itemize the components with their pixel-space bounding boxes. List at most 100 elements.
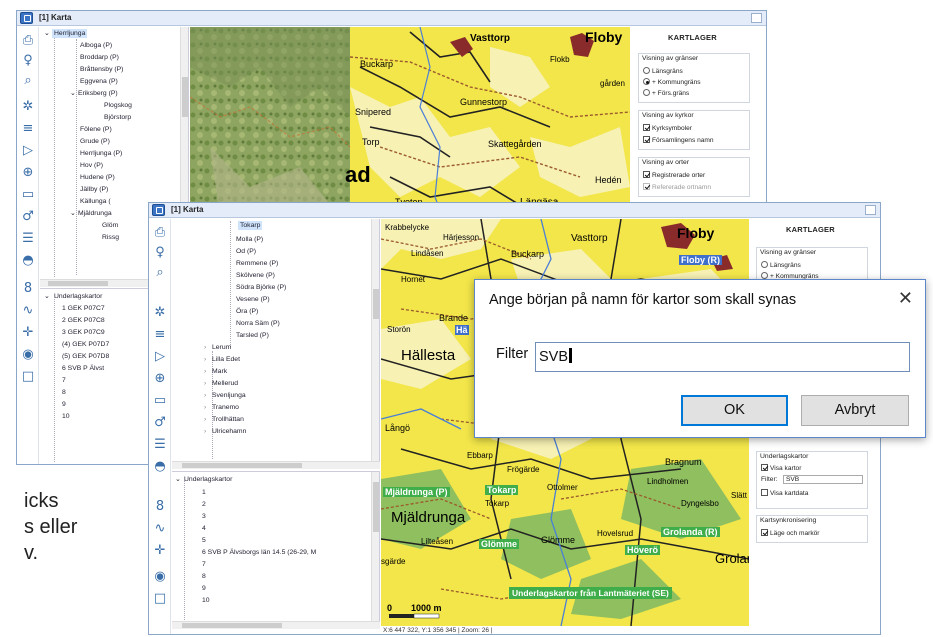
tree-item[interactable]: Mark <box>212 367 227 376</box>
underlag-item[interactable]: 4 <box>202 524 206 533</box>
tree-item[interactable]: Vesene (P) <box>236 295 270 304</box>
zoom-icon[interactable]: ⊕ <box>20 165 36 181</box>
tree-expander-icon[interactable]: › <box>204 427 206 436</box>
tree-expander-icon[interactable]: ⌄ <box>70 209 76 218</box>
tree-expander-icon[interactable]: ⌄ <box>70 89 76 98</box>
tree-item[interactable]: Tarsled (P) <box>236 331 269 340</box>
list-hscrollbar[interactable] <box>172 621 380 629</box>
tree-item[interactable]: Herrljunga (P) <box>80 149 122 158</box>
stack-icon[interactable]: ◓ <box>152 459 168 475</box>
check-refererade[interactable]: Refererade ortnamn <box>643 183 711 191</box>
tree-item[interactable]: Alboga (P) <box>80 41 112 50</box>
list-scrollbar[interactable] <box>371 472 379 621</box>
tree-item[interactable]: Bråttensby (P) <box>80 65 123 74</box>
check-visa-kartor[interactable]: Visa kartor <box>761 464 801 472</box>
check-forsamling[interactable]: Församlingens namn <box>643 136 714 144</box>
tree-item[interactable]: Jällby (P) <box>80 185 108 194</box>
tree-expander-icon[interactable]: › <box>204 367 206 376</box>
compass-icon[interactable]: ✛ <box>20 325 36 341</box>
zoom-icon[interactable]: ⊕ <box>152 371 168 387</box>
cancel-button[interactable]: Avbryt <box>801 395 909 426</box>
tree-expander-icon[interactable]: ⌄ <box>44 29 50 38</box>
tree-item[interactable]: Plogskog <box>104 101 132 110</box>
tree-item[interactable]: Glöm <box>102 221 118 230</box>
filter-input[interactable]: SVB <box>783 475 863 484</box>
tree-item[interactable]: Tokarp <box>238 221 263 230</box>
square-icon[interactable]: □ <box>20 369 36 385</box>
underlag-item[interactable]: 6 SVB P Älvsborgs län 14.5 (26-29, M <box>202 548 316 557</box>
maximize-button[interactable] <box>865 205 876 215</box>
tree-item[interactable]: Svenljunga <box>212 391 246 400</box>
underlag-item[interactable]: 1 GEK P07C7 <box>62 304 105 313</box>
pointer-icon[interactable]: ▷ <box>152 349 168 365</box>
settings-icon[interactable]: ✲ <box>20 99 36 115</box>
underlag-item[interactable]: 7 <box>62 376 66 385</box>
numbered-icon[interactable]: 8 <box>152 499 168 515</box>
tree-item[interactable]: Lilla Edet <box>212 355 240 364</box>
tree-item[interactable]: Molla (P) <box>236 235 263 244</box>
tree-item[interactable]: Od (P) <box>236 247 256 256</box>
compass-icon[interactable]: ✛ <box>152 543 168 559</box>
globe-icon[interactable]: ◉ <box>20 347 36 363</box>
tree-item[interactable]: Norra Säm (P) <box>236 319 280 328</box>
tree-scrollbar[interactable] <box>371 219 379 461</box>
check-visa-kartdata[interactable]: Visa kartdata <box>761 489 808 497</box>
menu-icon[interactable]: ≡ <box>152 327 168 343</box>
underlag-item[interactable]: (5) GEK P07D8 <box>62 352 109 361</box>
pen-icon[interactable]: ♂ <box>20 209 36 225</box>
underlag-item[interactable]: 9 <box>202 584 206 593</box>
settings-icon[interactable]: ✲ <box>152 305 168 321</box>
tree-item[interactable]: Mjäldrunga <box>78 209 112 218</box>
tree-item[interactable]: Björstorp <box>104 113 131 122</box>
person-search-icon[interactable]: ♀ <box>20 53 36 69</box>
person-search-icon[interactable]: ♀ <box>152 245 168 261</box>
filter-input[interactable]: SVB <box>535 342 910 372</box>
tree-item[interactable]: Grude (P) <box>80 137 110 146</box>
underlag-header[interactable]: Underlagskartor <box>54 292 102 301</box>
underlag-item[interactable]: 2 <box>202 500 206 509</box>
ruler-icon[interactable]: ▭ <box>20 187 36 203</box>
underlag-item[interactable]: 10 <box>202 596 210 605</box>
tree-expander-icon[interactable]: › <box>204 379 206 388</box>
tree-item[interactable]: Skölvene (P) <box>236 271 275 280</box>
tree-item[interactable]: Trollhättan <box>212 415 244 424</box>
radio-forsgrans[interactable]: + Förs.gräns <box>643 89 689 97</box>
route-icon[interactable]: ∿ <box>20 303 36 319</box>
pen-icon[interactable]: ♂ <box>152 415 168 431</box>
front-window-titlebar[interactable]: [1] Karta <box>149 203 880 218</box>
maximize-button[interactable] <box>751 13 762 23</box>
tree-item[interactable]: Herrljunga <box>52 29 88 38</box>
underlag-item[interactable]: (4) GEK P07D7 <box>62 340 109 349</box>
menu-icon[interactable]: ≡ <box>20 121 36 137</box>
tree-item[interactable]: Hudene (P) <box>80 173 115 182</box>
tree-item[interactable]: Källunga ( <box>80 197 111 206</box>
radio-lansgrans[interactable]: Länsgräns <box>761 261 801 269</box>
tree-expander-icon[interactable]: ⌄ <box>44 292 50 301</box>
underlag-item[interactable]: 10 <box>62 412 70 421</box>
underlag-item[interactable]: 2 GEK P07C8 <box>62 316 105 325</box>
tree-item[interactable]: Lerum <box>212 343 231 352</box>
print-icon[interactable]: ⎙ <box>20 33 36 49</box>
search-icon[interactable]: ⌕ <box>152 265 168 281</box>
tree-item[interactable]: Södra Björke (P) <box>236 283 286 292</box>
underlag-item[interactable]: 8 <box>202 572 206 581</box>
tree-expander-icon[interactable]: › <box>204 415 206 424</box>
tree-item[interactable]: Ulricehamn <box>212 427 246 436</box>
ok-button[interactable]: OK <box>681 395 788 426</box>
tree-hscrollbar[interactable] <box>172 461 380 469</box>
radio-lansgrans[interactable]: Länsgräns <box>643 67 683 75</box>
tree-expander-icon[interactable]: › <box>204 403 206 412</box>
numbered-icon[interactable]: 8 <box>20 281 36 297</box>
underlag-item[interactable]: 9 <box>62 400 66 409</box>
layers-icon[interactable]: ☰ <box>152 437 168 453</box>
close-icon[interactable]: ✕ <box>898 288 913 309</box>
ruler-icon[interactable]: ▭ <box>152 393 168 409</box>
pointer-icon[interactable]: ▷ <box>20 143 36 159</box>
underlag-item[interactable]: 5 <box>202 536 206 545</box>
print-icon[interactable]: ⎙ <box>152 225 168 241</box>
underlag-item[interactable]: 6 SVB P Älvst <box>62 364 104 373</box>
underlag-header[interactable]: Underlagskartor <box>184 475 232 484</box>
check-kyrksymboler[interactable]: Kyrksymboler <box>643 124 692 132</box>
square-icon[interactable]: □ <box>152 591 168 607</box>
underlag-item[interactable]: 8 <box>62 388 66 397</box>
